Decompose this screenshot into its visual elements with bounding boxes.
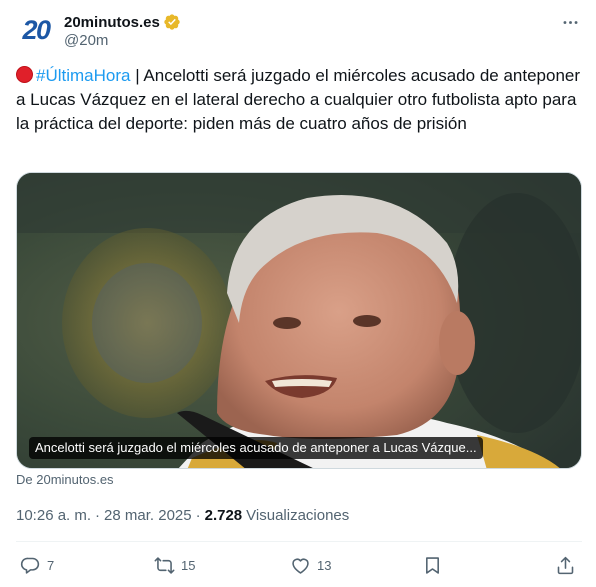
divider <box>16 541 582 542</box>
reply-icon <box>20 557 40 574</box>
action-bar: 7 15 13 <box>16 552 582 578</box>
link-source[interactable]: De 20minutos.es <box>16 472 114 487</box>
more-button[interactable] <box>558 10 582 34</box>
avatar-logo-text: 20 <box>22 14 51 45</box>
tweet-time[interactable]: 10:26 a. m. <box>16 507 91 524</box>
hashtag-link[interactable]: #ÚltimaHora <box>36 66 130 85</box>
name-row: 20minutos.es <box>64 12 181 32</box>
meta-separator: · <box>95 506 101 524</box>
tweet-text: #ÚltimaHora | Ancelotti será juzgado el … <box>16 64 582 136</box>
handle[interactable]: @20m <box>64 32 108 49</box>
views-label: Visualizaciones <box>246 506 350 524</box>
photo-ancelotti <box>17 173 581 468</box>
views-count[interactable]: 2.728 <box>205 507 243 524</box>
more-icon <box>563 20 577 24</box>
share-icon <box>557 556 574 574</box>
repost-count: 15 <box>181 557 196 573</box>
meta-separator-2: · <box>195 506 201 524</box>
tweet-date[interactable]: 28 mar. 2025 <box>104 507 192 524</box>
red-circle-emoji-icon <box>16 66 33 83</box>
share-button[interactable] <box>555 552 576 578</box>
like-icon <box>292 558 309 574</box>
reply-count: 7 <box>47 557 55 573</box>
avatar[interactable]: 20 <box>16 10 56 50</box>
display-name[interactable]: 20minutos.es <box>64 14 160 31</box>
repost-button[interactable]: 15 <box>154 552 195 578</box>
reply-button[interactable]: 7 <box>20 552 54 578</box>
link-card-image[interactable]: Ancelotti será juzgado el miércoles acus… <box>16 172 582 469</box>
tweet-header: 20 20minutos.es @20m <box>16 10 582 54</box>
media-caption: Ancelotti será juzgado el miércoles acus… <box>29 437 483 459</box>
like-count: 13 <box>317 557 332 573</box>
bookmark-button[interactable] <box>422 552 443 578</box>
tweet-meta: 10:26 a. m. · 28 mar. 2025 · 2.728 Visua… <box>16 505 349 525</box>
repost-icon <box>154 556 175 574</box>
verified-badge-icon[interactable] <box>163 13 181 31</box>
like-button[interactable]: 13 <box>290 552 331 578</box>
bookmark-icon <box>426 556 439 574</box>
